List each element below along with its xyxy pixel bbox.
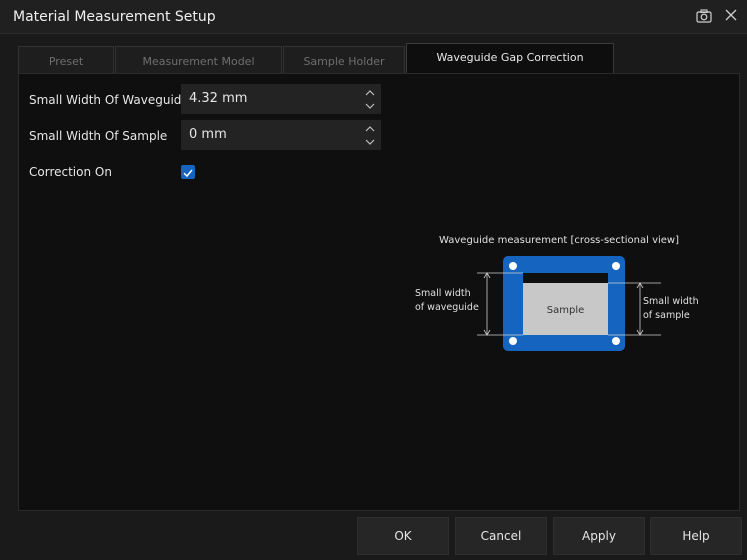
sample-label: Sample [547,305,585,316]
chevron-down-icon[interactable] [363,136,377,148]
cancel-button[interactable]: Cancel [455,517,547,555]
sample-width-value[interactable]: 0 mm [189,127,227,142]
ok-button[interactable]: OK [357,517,449,555]
title-bar: Material Measurement Setup [0,0,747,34]
close-icon[interactable] [724,8,738,22]
chevron-up-icon[interactable] [363,123,377,135]
correction-on-label: Correction On [29,165,112,179]
tab-preset[interactable]: Preset [18,46,114,73]
tab-sample-holder[interactable]: Sample Holder [283,46,405,73]
left-dimension-label-1: Small width [415,288,471,299]
screw-icon [612,337,620,345]
waveguide-width-value[interactable]: 4.32 mm [189,91,247,106]
diagram-caption: Waveguide measurement [cross-sectional v… [439,235,679,246]
screw-icon [612,262,620,270]
sample-width-label: Small Width Of Sample [29,129,168,143]
content-panel: Small Width Of Waveguide 4.32 mm Small W… [18,73,740,511]
checkmark-icon [183,169,193,178]
window-title: Material Measurement Setup [13,9,216,25]
chevron-down-icon[interactable] [363,100,377,112]
right-dimension-label-1: Small width [643,296,699,307]
help-button[interactable]: Help [650,517,742,555]
chevron-up-icon[interactable] [363,87,377,99]
right-dimension-label-2: of sample [643,310,690,321]
apply-button[interactable]: Apply [553,517,645,555]
camera-icon[interactable] [696,9,712,23]
waveguide-cross-section-diagram: Sample Small width of waveguide Small wi… [415,256,699,351]
tab-measurement-model[interactable]: Measurement Model [115,46,282,73]
tab-waveguide-gap-correction[interactable]: Waveguide Gap Correction [406,43,614,73]
sample-width-spinbox[interactable]: 0 mm [181,120,381,150]
waveguide-width-label: Small Width Of Waveguide [29,93,189,107]
screw-icon [509,337,517,345]
correction-on-checkbox[interactable] [181,165,195,179]
left-dimension-label-2: of waveguide [415,302,479,313]
waveguide-width-spinbox[interactable]: 4.32 mm [181,84,381,114]
screw-icon [509,262,517,270]
